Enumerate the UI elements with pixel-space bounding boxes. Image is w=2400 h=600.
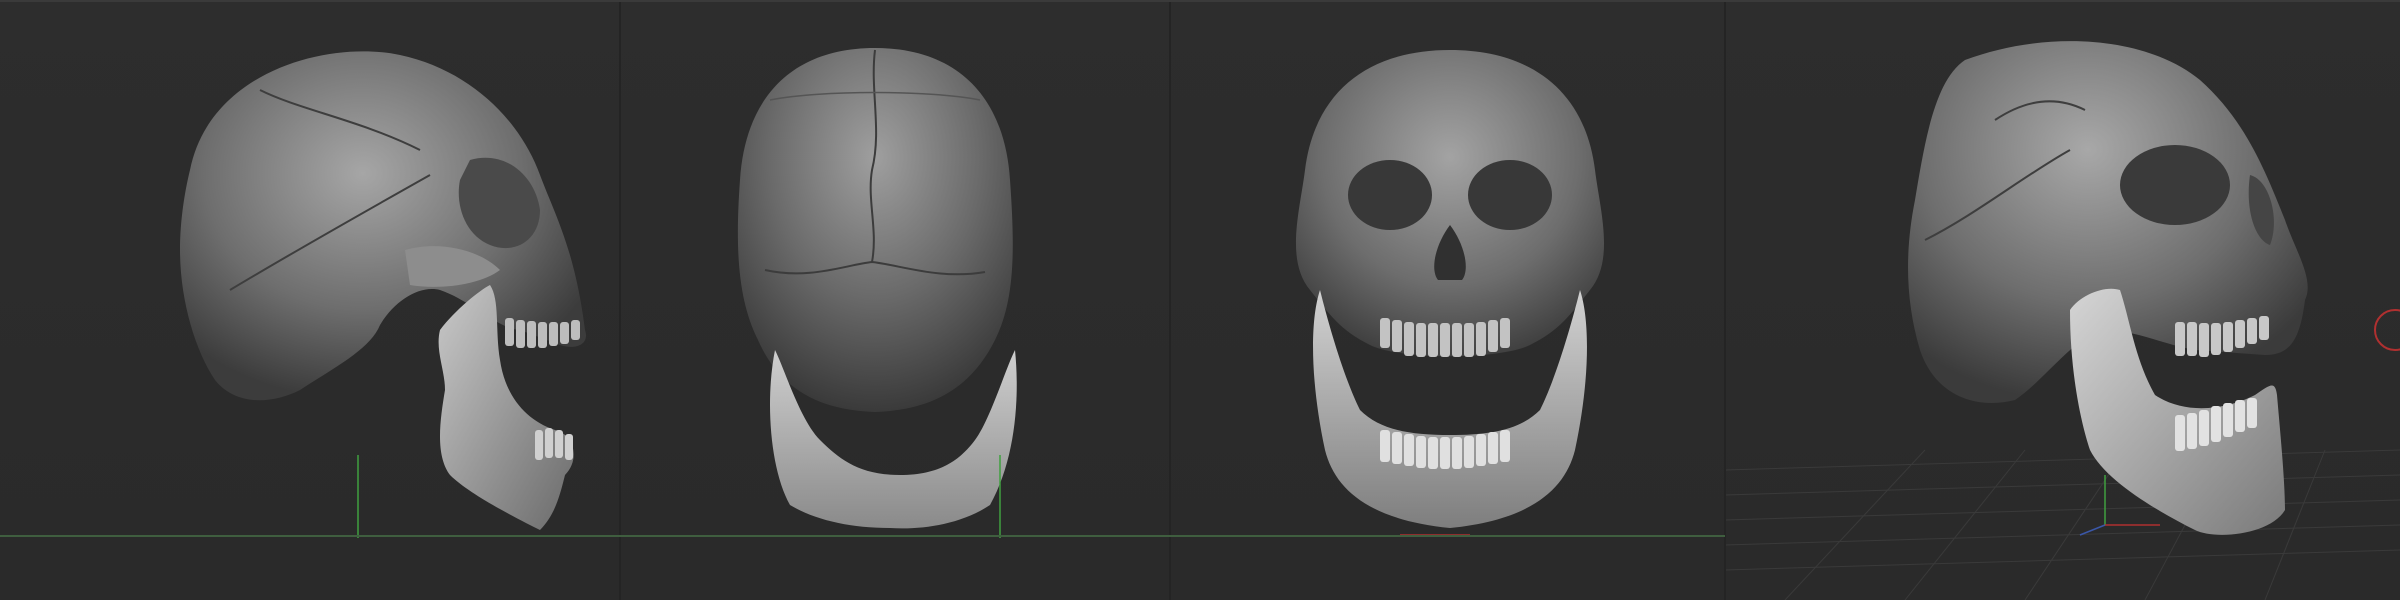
- top-border: [0, 0, 2400, 2]
- skull-perspective-view-icon: [1725, 41, 2400, 600]
- ground-line: [0, 535, 1725, 537]
- sculpt-canvas[interactable]: [0, 0, 2400, 600]
- viewport-front[interactable]: [1170, 0, 1725, 600]
- brush-cursor-ring: [2374, 309, 2400, 351]
- viewport-divider: [619, 0, 621, 600]
- viewport-divider: [1169, 0, 1171, 600]
- viewport-divider: [1724, 0, 1726, 600]
- viewport-perspective[interactable]: [1725, 0, 2400, 600]
- viewport-side[interactable]: [0, 0, 620, 600]
- skull-front-view-icon: [1295, 50, 1605, 536]
- skull-side-view-icon: [180, 51, 586, 538]
- viewport-back[interactable]: [620, 0, 1170, 600]
- skull-back-view-icon: [737, 48, 1017, 538]
